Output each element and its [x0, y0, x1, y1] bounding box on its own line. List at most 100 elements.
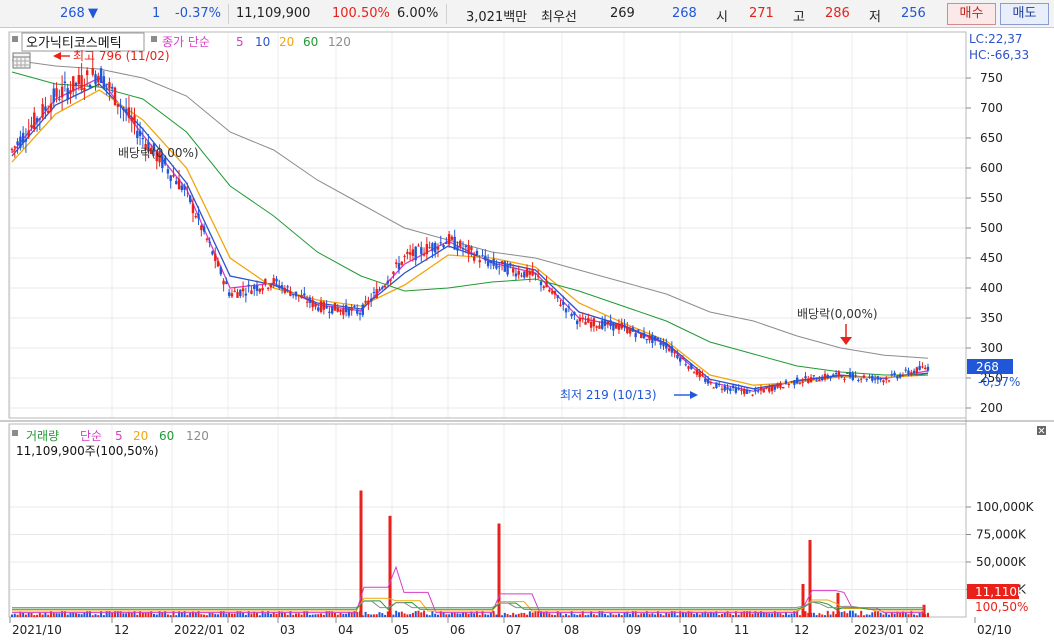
candle-body: [603, 319, 607, 326]
date-tick-label: 02/10: [977, 623, 1012, 637]
candle-body: [241, 288, 245, 292]
volume-bar: [425, 614, 428, 617]
volume-bar: [286, 614, 289, 617]
volume-bar: [501, 615, 504, 617]
candle-body: [887, 380, 891, 382]
buy-button[interactable]: 매수: [947, 3, 996, 25]
volume-bar: [478, 614, 481, 617]
candle-body: [46, 111, 50, 113]
volume-bar: [812, 612, 815, 617]
volume-bar: [400, 611, 403, 617]
trade-amount: 3,021백만: [466, 10, 528, 25]
candle-body: [72, 76, 75, 92]
volume-bar: [888, 614, 891, 617]
candle-body: [33, 112, 36, 130]
candle-body: [495, 263, 498, 269]
candle-body: [319, 301, 323, 313]
candle-body: [286, 286, 289, 288]
candle-body: [514, 273, 518, 277]
candle-body: [225, 281, 228, 284]
candle-body: [211, 251, 214, 255]
candle-body: [247, 284, 250, 286]
volume-bar: [317, 614, 320, 617]
candle-body: [258, 288, 261, 292]
turnover-value: 6.00%: [397, 6, 439, 21]
dividend-annotation-2: 배당락(0,00%): [797, 307, 878, 321]
volume-value: 11,109,900: [236, 6, 311, 21]
stock-chart[interactable]: 200250300350400450500550600650700750 25,…: [0, 28, 1054, 642]
candle-body: [289, 291, 292, 296]
sell-button[interactable]: 매도: [1000, 3, 1049, 25]
volume-bar: [197, 610, 200, 617]
volume-bar: [297, 613, 300, 617]
candle-body: [890, 374, 894, 376]
volume-bar: [75, 613, 78, 617]
volume-bar: [217, 614, 220, 617]
candle-body: [297, 295, 300, 297]
candle-body: [356, 309, 359, 314]
candle-body: [790, 381, 793, 383]
candle-body: [10, 148, 14, 151]
candle-body: [74, 82, 78, 87]
current-price-tag-text: 268: [976, 360, 999, 374]
volume-bar: [656, 611, 659, 617]
volume-bar: [333, 612, 336, 617]
candle-body: [609, 320, 612, 327]
candle-body: [314, 303, 317, 307]
candle-body: [459, 240, 462, 248]
candle-body: [848, 372, 852, 378]
candle-body: [584, 321, 587, 325]
candle-body: [896, 376, 899, 379]
volume-bar: [205, 615, 208, 617]
price-tick-label: 350: [980, 311, 1003, 325]
candle-body: [342, 308, 345, 315]
candle-body: [138, 130, 142, 136]
candle-body: [442, 244, 445, 248]
candle-body: [520, 275, 523, 277]
price-tick-label: 650: [980, 131, 1003, 145]
volume-bar: [732, 615, 735, 617]
candle-body: [782, 387, 785, 389]
candle-body: [300, 295, 303, 299]
volume-bar: [862, 615, 865, 617]
candle-body: [926, 366, 930, 371]
volume-bar: [186, 614, 189, 617]
volume-bar: [537, 611, 540, 617]
volume-bar: [328, 610, 331, 617]
candle-body: [634, 333, 637, 338]
volume-bar: [300, 614, 303, 617]
candle-body: [562, 302, 565, 305]
candle-body: [737, 387, 740, 390]
candle-body: [200, 225, 203, 231]
candle-body: [130, 117, 133, 122]
volume-bar: [36, 614, 39, 617]
volume-bar: [668, 613, 671, 617]
volume-bar: [782, 614, 785, 617]
volume-bar: [843, 611, 846, 617]
volume-spike-bar: [388, 515, 392, 617]
volume-tick-label: 100,000K: [976, 500, 1035, 514]
candle-body: [717, 384, 721, 386]
candle-body: [821, 376, 824, 381]
date-tick-label: 02: [230, 623, 245, 637]
volume-bar: [411, 612, 414, 617]
candle-body: [528, 271, 532, 275]
candle-body: [795, 377, 799, 384]
candle-body: [556, 295, 559, 298]
calendar-icon[interactable]: [12, 52, 31, 69]
volume-bar: [913, 614, 916, 617]
candle-body: [687, 366, 690, 369]
candle-body: [637, 329, 640, 331]
candle-body: [113, 87, 117, 106]
volume-bar: [584, 615, 587, 617]
candle-body: [523, 271, 526, 278]
volume-bar: [874, 611, 877, 617]
candle-body: [804, 376, 807, 379]
candle-body: [422, 253, 426, 256]
price-tick-label: 750: [980, 71, 1003, 85]
volume-bar: [47, 614, 50, 617]
close-panel-icon[interactable]: [1037, 426, 1046, 435]
candle-body: [812, 375, 816, 377]
candle-body: [428, 247, 431, 249]
candle-body: [743, 389, 746, 394]
